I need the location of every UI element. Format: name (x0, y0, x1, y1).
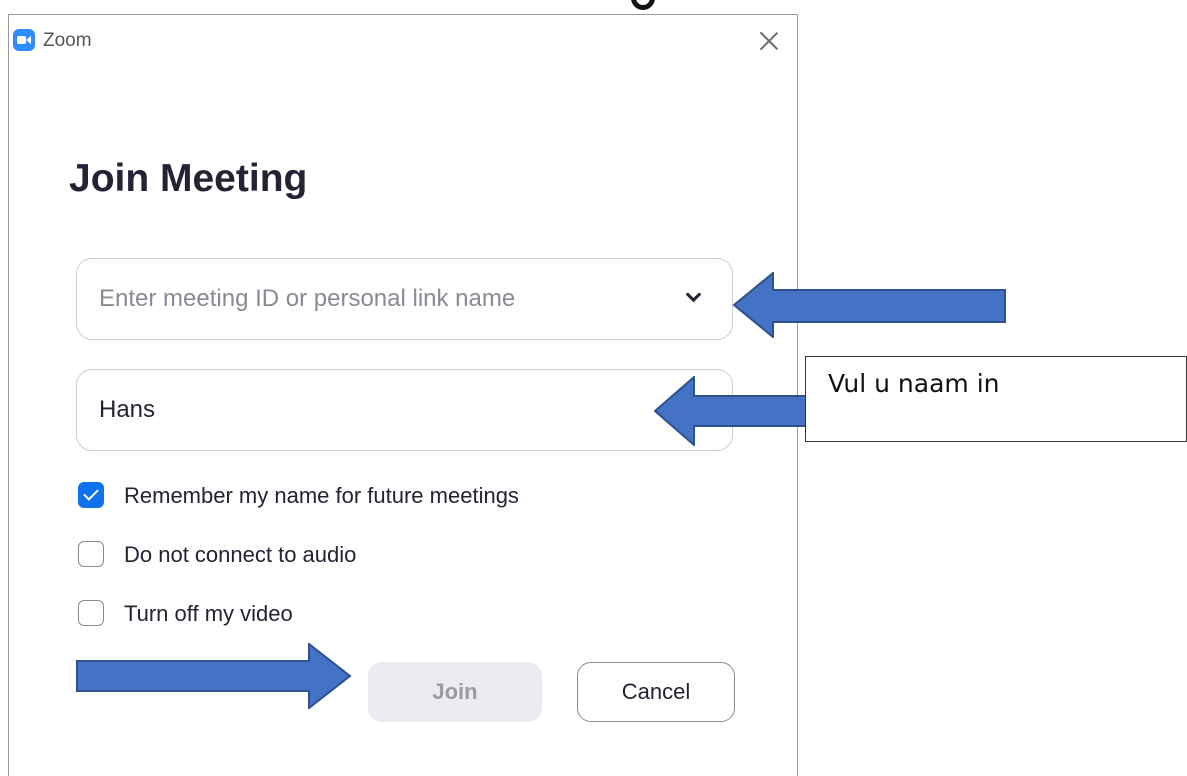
arrow-shape-join (76, 643, 352, 709)
name-field[interactable] (76, 369, 733, 451)
annotation-arrow-name (654, 376, 807, 446)
annotation-arrow-join (76, 643, 352, 709)
screenshot-stage: Zoom Join Meeting Remember my name for f… (0, 0, 1187, 776)
annotation-callout: Vul u naam in (805, 356, 1187, 442)
meeting-id-input[interactable] (99, 259, 659, 339)
video-off-label: Turn off my video (124, 601, 293, 626)
cancel-button[interactable]: Cancel (577, 662, 735, 722)
remember-name-checkbox[interactable] (78, 482, 104, 508)
no-audio-checkbox[interactable] (78, 541, 104, 567)
title-bar: Zoom (9, 15, 797, 67)
remember-name-label: Remember my name for future meetings (124, 483, 519, 508)
camera-body-shape (17, 36, 26, 44)
document-text-cutoff (0, 0, 1187, 14)
cutoff-glyph (631, 0, 655, 10)
join-button[interactable]: Join (368, 662, 542, 722)
name-input[interactable] (99, 370, 659, 450)
no-audio-label: Do not connect to audio (124, 542, 357, 567)
camera-lens-shape (26, 36, 31, 44)
video-off-checkbox[interactable] (78, 600, 104, 626)
close-icon[interactable] (757, 29, 781, 53)
chevron-down-icon[interactable] (687, 289, 699, 301)
zoom-camera-icon (13, 29, 35, 51)
window-title: Zoom (43, 30, 92, 51)
callout-text: Vul u naam in (828, 369, 1000, 398)
meeting-id-field[interactable] (76, 258, 733, 340)
arrow-shape-meeting-id (733, 272, 1006, 338)
arrow-shape-name (654, 376, 807, 446)
page-title: Join Meeting (69, 157, 308, 200)
annotation-arrow-meeting-id (733, 272, 1006, 338)
